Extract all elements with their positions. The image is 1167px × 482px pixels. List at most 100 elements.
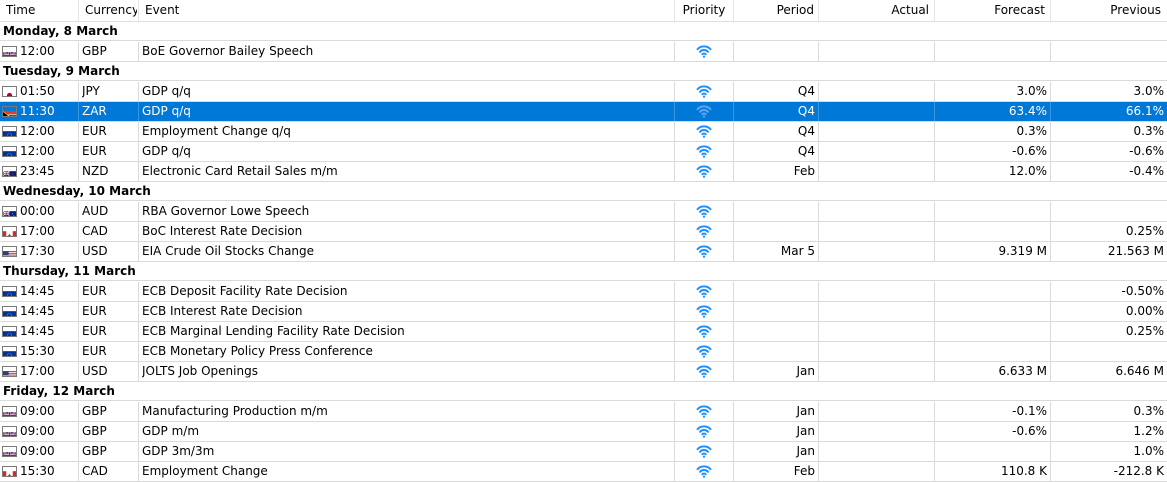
- event-previous: -0.50%: [1121, 284, 1164, 298]
- time-cell: 17:00: [0, 362, 78, 381]
- event-actual: [819, 202, 934, 221]
- event-row[interactable]: 14:45 EUR ECB Marginal Lending Facility Ra…: [0, 322, 1167, 342]
- event-period: [734, 322, 818, 341]
- event-row[interactable]: 01:50 JPY GDP q/q Q4 3.0% 3.0%: [0, 82, 1167, 102]
- event-name: GDP 3m/3m: [142, 444, 215, 458]
- event-row[interactable]: 09:00 GBP GDP 3m/3m Jan 1.0%: [0, 442, 1167, 462]
- eu-flag-icon: [2, 326, 17, 337]
- column-divider: [78, 162, 79, 181]
- day-header: Friday, 12 March: [0, 382, 1167, 401]
- event-previous: -212.8 K: [1113, 464, 1164, 478]
- event-period: [734, 282, 818, 301]
- event-period: Feb: [793, 464, 815, 478]
- event-currency: USD: [82, 244, 108, 258]
- priority-cell: [675, 422, 733, 441]
- priority-cell: [675, 102, 733, 121]
- event-forecast: [935, 322, 1050, 341]
- column-header-currency[interactable]: Currency: [85, 0, 137, 21]
- event-time: 11:30: [20, 104, 55, 118]
- column-divider: [78, 222, 79, 241]
- time-cell: 09:00: [0, 422, 78, 441]
- time-cell: 14:45: [0, 322, 78, 341]
- gb-flag-icon: [2, 406, 17, 417]
- event-row[interactable]: 12:00 EUR GDP q/q Q4 -0.6% -0.6%: [0, 142, 1167, 162]
- event-row[interactable]: 12:00 EUR Employment Change q/q Q4 0.3% 0.3%: [0, 122, 1167, 142]
- priority-icon: [675, 164, 733, 181]
- time-cell: 23:45: [0, 162, 78, 181]
- event-name: BoC Interest Rate Decision: [142, 224, 303, 238]
- event-forecast: [935, 282, 1050, 301]
- event-forecast: [935, 442, 1050, 461]
- event-row[interactable]: 11:30 ZAR GDP q/q Q4 63.4% 66.1%: [0, 102, 1167, 122]
- column-header-time[interactable]: Time: [6, 0, 76, 21]
- event-currency: GBP: [82, 44, 107, 58]
- column-divider: [78, 322, 79, 341]
- event-previous: 0.3%: [1133, 404, 1165, 418]
- column-divider: [138, 342, 139, 361]
- event-currency: GBP: [82, 404, 107, 418]
- day-header: Monday, 8 March: [0, 22, 1167, 41]
- event-name: BoE Governor Bailey Speech: [142, 44, 314, 58]
- column-header-row: Time Currency Event Priority Period Actu…: [0, 0, 1167, 22]
- event-row[interactable]: 23:45 NZD Electronic Card Retail Sales m/m…: [0, 162, 1167, 182]
- event-name: ECB Marginal Lending Facility Rate Decis…: [142, 324, 405, 338]
- priority-cell: [675, 162, 733, 181]
- event-row[interactable]: 09:00 GBP Manufacturing Production m/m Jan -…: [0, 402, 1167, 422]
- column-divider: [138, 162, 139, 181]
- priority-cell: [675, 82, 733, 101]
- event-row[interactable]: 09:00 GBP GDP m/m Jan -0.6% 1.2%: [0, 422, 1167, 442]
- event-row[interactable]: 17:00 CAD BoC Interest Rate Decision 0.25%: [0, 222, 1167, 242]
- column-divider: [138, 462, 139, 481]
- column-header-period[interactable]: Period: [734, 0, 814, 21]
- column-header-actual[interactable]: Actual: [819, 0, 929, 21]
- time-cell: 14:45: [0, 282, 78, 301]
- event-actual: [819, 342, 934, 361]
- event-period: Mar 5: [780, 244, 815, 258]
- column-divider: [138, 202, 139, 221]
- event-row[interactable]: 14:45 EUR ECB Interest Rate Decision 0.00%: [0, 302, 1167, 322]
- column-divider: [78, 462, 79, 481]
- au-flag-icon: [2, 206, 17, 217]
- day-header: Tuesday, 9 March: [0, 62, 1167, 81]
- priority-cell: [675, 242, 733, 261]
- event-row[interactable]: 00:00 AUD RBA Governor Lowe Speech: [0, 202, 1167, 222]
- event-row[interactable]: 12:00 GBP BoE Governor Bailey Speech: [0, 42, 1167, 62]
- event-period: [734, 342, 818, 361]
- column-divider: [78, 42, 79, 61]
- event-row[interactable]: 17:30 USD EIA Crude Oil Stocks Change Mar 5…: [0, 242, 1167, 262]
- column-divider[interactable]: [138, 0, 139, 21]
- event-forecast: 12.0%: [1008, 164, 1047, 178]
- column-divider: [138, 142, 139, 161]
- event-period: [734, 302, 818, 321]
- column-header-event[interactable]: Event: [145, 0, 665, 21]
- event-time: 23:45: [20, 164, 55, 178]
- column-header-priority[interactable]: Priority: [675, 0, 733, 21]
- event-time: 17:00: [20, 364, 55, 378]
- column-divider: [138, 362, 139, 381]
- column-divider[interactable]: [78, 0, 79, 21]
- event-row[interactable]: 15:30 EUR ECB Monetary Policy Press Confer…: [0, 342, 1167, 362]
- event-row[interactable]: 15:30 CAD Employment Change Feb 110.8 K -212.…: [0, 462, 1167, 482]
- event-currency: NZD: [82, 164, 109, 178]
- eu-flag-icon: [2, 126, 17, 137]
- event-name: JOLTS Job Openings: [142, 364, 258, 378]
- column-divider: [138, 42, 139, 61]
- event-row[interactable]: 17:00 USD JOLTS Job Openings Jan 6.633 M 6.64…: [0, 362, 1167, 382]
- column-divider: [78, 362, 79, 381]
- priority-cell: [675, 282, 733, 301]
- event-currency: EUR: [82, 324, 107, 338]
- event-name: ECB Deposit Facility Rate Decision: [142, 284, 348, 298]
- event-previous: [1051, 42, 1167, 61]
- event-previous: 1.0%: [1133, 444, 1165, 458]
- event-actual: [819, 122, 934, 141]
- event-row[interactable]: 14:45 EUR ECB Deposit Facility Rate Decisi…: [0, 282, 1167, 302]
- time-cell: 00:00: [0, 202, 78, 221]
- priority-cell: [675, 202, 733, 221]
- event-name: GDP q/q: [142, 84, 191, 98]
- event-forecast: [935, 302, 1050, 321]
- column-header-forecast[interactable]: Forecast: [935, 0, 1045, 21]
- event-name: Manufacturing Production m/m: [142, 404, 328, 418]
- event-forecast: [935, 42, 1050, 61]
- column-header-previous[interactable]: Previous: [1051, 0, 1161, 21]
- event-name: Employment Change: [142, 464, 268, 478]
